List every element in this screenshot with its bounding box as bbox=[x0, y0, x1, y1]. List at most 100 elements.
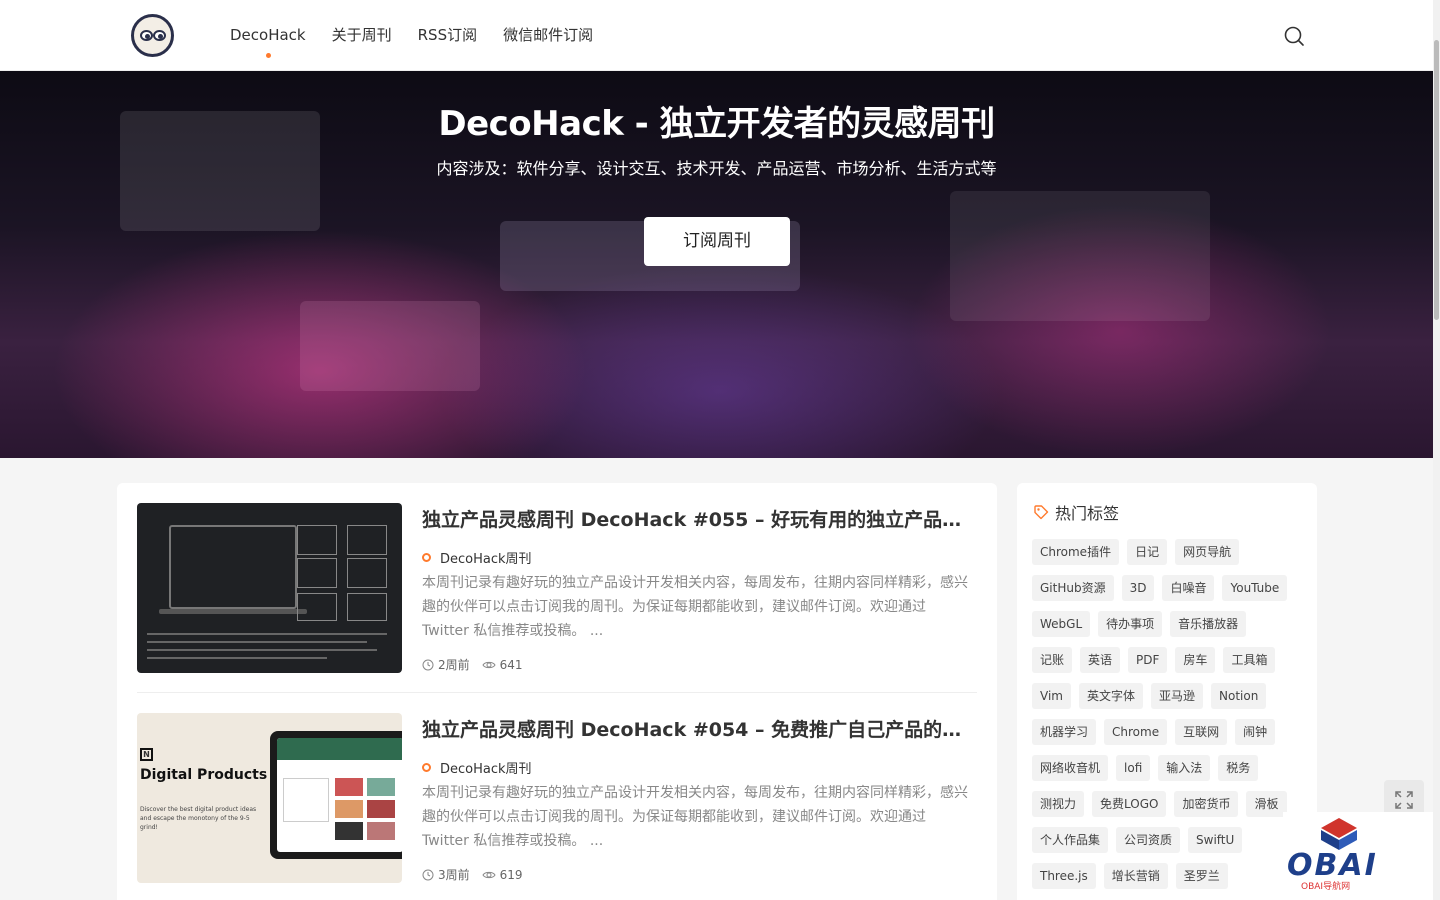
post-time-label: 3周前 bbox=[438, 868, 470, 882]
laptop-base bbox=[159, 609, 307, 614]
tag-item[interactable]: 闹钟 bbox=[1235, 719, 1276, 745]
post-thumbnail[interactable] bbox=[137, 503, 402, 673]
tag-item[interactable]: lofi bbox=[1116, 755, 1151, 781]
thumb-text-line bbox=[147, 649, 377, 651]
tag-item[interactable]: 互联网 bbox=[1175, 719, 1228, 745]
subscribe-button[interactable]: 订阅周刊 bbox=[644, 217, 790, 266]
search-icon[interactable] bbox=[1283, 25, 1305, 47]
post-excerpt: 本周刊记录有趣好玩的独立产品设计开发相关内容，每周发布，往期内容同样精彩，感兴趣… bbox=[422, 785, 968, 849]
post-item[interactable]: 独立产品灵感周刊 DecoHack #055 – 好玩有用的独立产品与资源分享 … bbox=[137, 503, 977, 693]
post-views-count: 619 bbox=[499, 867, 523, 882]
hero-bg-panel bbox=[300, 301, 480, 391]
tag-item[interactable]: 机器学习 bbox=[1032, 719, 1097, 745]
tag-item[interactable]: 房车 bbox=[1175, 647, 1216, 673]
nav-item-decohack[interactable]: DecoHack bbox=[230, 0, 306, 71]
site-logo[interactable] bbox=[131, 14, 174, 57]
post-title[interactable]: 独立产品灵感周刊 DecoHack #054 – 免费推广自己产品的方法与渠道 bbox=[422, 715, 977, 742]
tag-item[interactable]: 工具箱 bbox=[1223, 647, 1276, 673]
tag-item[interactable]: 亚马逊 bbox=[1150, 683, 1203, 709]
nav-item-rss[interactable]: RSS订阅 bbox=[418, 0, 477, 71]
post-views-count: 641 bbox=[499, 657, 523, 672]
hero-bg-device bbox=[950, 191, 1210, 321]
post-time: 3周前 bbox=[422, 866, 470, 883]
post-category-label: DecoHack周刊 bbox=[440, 552, 532, 567]
nav-item-wechat-subscribe[interactable]: 微信邮件订阅 bbox=[503, 0, 593, 71]
page-scrollbar-thumb[interactable] bbox=[1434, 40, 1439, 320]
thumb-window bbox=[297, 558, 337, 588]
thumb-text-line bbox=[147, 657, 327, 659]
tablet-tile bbox=[367, 800, 395, 818]
site-header: DecoHack 关于周刊 RSS订阅 微信邮件订阅 bbox=[0, 0, 1440, 71]
post-category[interactable]: DecoHack周刊 bbox=[422, 548, 532, 567]
post-time-label: 2周前 bbox=[438, 658, 470, 672]
tag-item[interactable]: SwiftU bbox=[1188, 827, 1243, 853]
tag-item[interactable]: 英语 bbox=[1080, 647, 1121, 673]
laptop-illustration bbox=[169, 525, 297, 609]
tag-item[interactable]: YouTube bbox=[1222, 575, 1288, 601]
tag-item[interactable]: 白噪音 bbox=[1162, 575, 1215, 601]
tablet-illustration bbox=[270, 731, 402, 859]
tag-item[interactable]: 个人作品集 bbox=[1032, 827, 1109, 853]
post-time: 2周前 bbox=[422, 656, 470, 673]
tablet-tile bbox=[335, 800, 363, 818]
widget-title: 热门标签 bbox=[1055, 504, 1120, 523]
post-category[interactable]: DecoHack周刊 bbox=[422, 758, 532, 777]
thumb-window bbox=[347, 593, 387, 621]
watermark-subtext: OBAI导航网 bbox=[1301, 882, 1351, 892]
post-excerpt: 本周刊记录有趣好玩的独立产品设计开发相关内容，每周发布，往期内容同样精彩，感兴趣… bbox=[422, 575, 968, 639]
tag-item[interactable]: PDF bbox=[1128, 647, 1168, 673]
tag-item[interactable]: 输入法 bbox=[1158, 755, 1211, 781]
tag-item[interactable]: 增长营销 bbox=[1103, 863, 1168, 889]
tablet-screen bbox=[277, 738, 402, 852]
tablet-tile bbox=[335, 822, 363, 840]
tag-item[interactable]: 免费LOGO bbox=[1092, 791, 1167, 817]
widget-header: 热门标签 bbox=[1033, 500, 1119, 524]
logo-eye-right bbox=[153, 30, 166, 41]
clock-icon bbox=[422, 869, 434, 880]
nav-item-about[interactable]: 关于周刊 bbox=[332, 0, 392, 71]
tag-item[interactable]: Chrome插件 bbox=[1032, 539, 1120, 565]
hero-subtitle: 内容涉及：软件分享、设计交互、技术开发、产品运营、市场分析、生活方式等 bbox=[436, 159, 997, 178]
main-nav: DecoHack 关于周刊 RSS订阅 微信邮件订阅 bbox=[230, 0, 619, 71]
logo-eye-left bbox=[140, 30, 153, 41]
tag-item[interactable]: 网络收音机 bbox=[1032, 755, 1109, 781]
tag-item[interactable]: 测视力 bbox=[1032, 791, 1085, 817]
tag-item[interactable]: 加密货币 bbox=[1174, 791, 1239, 817]
tag-item[interactable]: GitHub资源 bbox=[1032, 575, 1114, 601]
post-item[interactable]: N Digital Products Ideas Discover the be… bbox=[137, 713, 977, 900]
tag-item[interactable]: 3D bbox=[1121, 575, 1155, 601]
thumb-text-line bbox=[147, 633, 387, 635]
obai-logo-icon bbox=[1321, 818, 1357, 850]
tablet-tile bbox=[367, 822, 395, 840]
tag-cloud: Chrome插件 日记 网页导航 GitHub资源 3D 白噪音 YouTube WebGL 待… bbox=[1032, 539, 1302, 899]
tag-item[interactable]: 税务 bbox=[1218, 755, 1259, 781]
post-meta: 3周前 619 bbox=[422, 866, 535, 883]
obai-watermark: OBAI OBAI导航网 bbox=[1283, 812, 1433, 900]
tag-item[interactable]: 英文字体 bbox=[1078, 683, 1143, 709]
hot-tags-widget: 热门标签 Chrome插件 日记 网页导航 GitHub资源 3D 白噪音 YouTube W… bbox=[1017, 483, 1317, 900]
thumb-window bbox=[347, 558, 387, 588]
tag-item[interactable]: Chrome bbox=[1104, 719, 1168, 745]
tablet-tile bbox=[335, 778, 363, 796]
tag-item[interactable]: 日记 bbox=[1127, 539, 1168, 565]
tag-item[interactable]: WebGL bbox=[1032, 611, 1091, 637]
notion-icon: N bbox=[140, 748, 153, 761]
tag-icon bbox=[1034, 505, 1049, 520]
tag-item[interactable]: 公司资质 bbox=[1116, 827, 1181, 853]
tag-item[interactable]: 记账 bbox=[1032, 647, 1073, 673]
post-thumbnail[interactable]: N Digital Products Ideas Discover the be… bbox=[137, 713, 402, 883]
tablet-banner bbox=[277, 738, 402, 760]
tag-item[interactable]: Three.js bbox=[1032, 863, 1096, 889]
tag-item[interactable]: 圣罗兰 bbox=[1175, 863, 1228, 889]
tablet-tile bbox=[367, 778, 395, 796]
tag-item[interactable]: Vim bbox=[1032, 683, 1071, 709]
thumb-window bbox=[297, 525, 337, 555]
tag-item[interactable]: 待办事项 bbox=[1098, 611, 1163, 637]
eye-icon bbox=[482, 661, 496, 668]
post-title[interactable]: 独立产品灵感周刊 DecoHack #055 – 好玩有用的独立产品与资源分享 bbox=[422, 505, 977, 532]
tag-item[interactable]: 音乐播放器 bbox=[1170, 611, 1247, 637]
watermark-brand: OBAI bbox=[1287, 848, 1378, 883]
tag-item[interactable]: Notion bbox=[1211, 683, 1267, 709]
tag-item[interactable]: 网页导航 bbox=[1175, 539, 1240, 565]
tag-item[interactable]: 滑板 bbox=[1246, 791, 1287, 817]
